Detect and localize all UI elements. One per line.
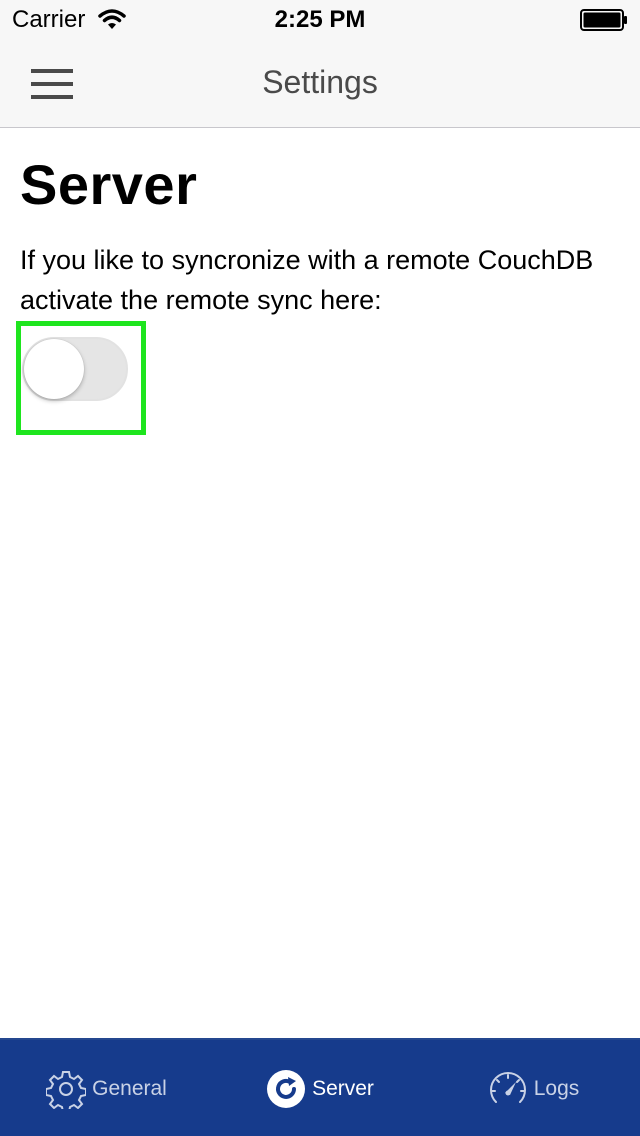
toggle-knob xyxy=(24,339,84,399)
tab-server-label: Server xyxy=(312,1077,374,1100)
battery-icon xyxy=(580,9,627,31)
status-bar: Carrier 2:25 PM xyxy=(0,0,640,40)
hamburger-menu-icon xyxy=(31,69,73,99)
tab-logs-label: Logs xyxy=(533,1077,580,1100)
speedometer-icon xyxy=(489,1071,526,1103)
tab-general[interactable]: General xyxy=(0,1040,213,1136)
refresh-circle-icon xyxy=(267,1070,306,1108)
section-heading: Server xyxy=(20,153,198,216)
tab-general-label: General xyxy=(92,1077,167,1100)
tab-bar: General Server Logs xyxy=(0,1038,640,1136)
remote-sync-toggle[interactable] xyxy=(22,337,128,401)
wifi-icon xyxy=(98,9,126,29)
menu-button[interactable] xyxy=(24,60,80,108)
settings-screen: Carrier 2:25 PM Settings Server If you l… xyxy=(0,0,640,1136)
navigation-bar: Settings xyxy=(0,40,640,128)
tab-server[interactable]: Server xyxy=(213,1040,427,1136)
tab-logs[interactable]: Logs xyxy=(427,1040,640,1136)
sync-description: If you like to syncronize with a remote … xyxy=(20,245,594,315)
gear-icon xyxy=(46,1071,87,1109)
status-time: 2:25 PM xyxy=(274,6,366,33)
carrier-label: Carrier xyxy=(12,6,86,33)
page-title: Settings xyxy=(262,64,378,100)
